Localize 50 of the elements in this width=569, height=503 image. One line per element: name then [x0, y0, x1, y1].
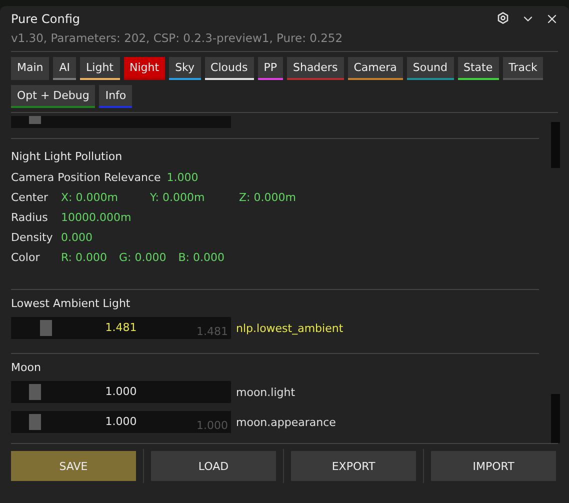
parameter-name: nlp.lowest_ambient: [236, 322, 344, 334]
tab[interactable]: Camera: [348, 57, 403, 80]
tab[interactable]: Sound: [406, 57, 454, 80]
field-label: Density: [11, 230, 54, 244]
field-value: X: 0.000m: [61, 190, 119, 204]
tab[interactable]: State: [458, 57, 499, 80]
slider-value: 1.481: [105, 321, 137, 334]
tab[interactable]: AI: [53, 57, 76, 80]
section-title: Lowest Ambient Light: [11, 296, 132, 312]
field-value: Y: 0.000m: [150, 190, 206, 204]
field-value: 10000.000m: [61, 210, 132, 224]
section-title: Night Light Pollution: [11, 149, 124, 165]
default-value: 1.481: [196, 325, 228, 338]
field-value: Z: 0.000m: [239, 190, 297, 204]
slider[interactable]: 1.000 1.000: [11, 411, 231, 433]
action-button[interactable]: SAVE: [11, 451, 136, 481]
tab[interactable]: Sky: [169, 57, 201, 80]
settings-icon[interactable]: [497, 12, 509, 24]
window-title: Pure Config: [11, 12, 81, 26]
slider-value: 1.000: [105, 415, 137, 428]
parameter-name: moon.appearance: [236, 416, 336, 428]
field-value: R: 0.000: [61, 250, 107, 264]
tab[interactable]: Track: [502, 57, 544, 80]
slider[interactable]: 1.481 1.481: [11, 317, 231, 339]
tab[interactable]: Main: [11, 57, 50, 80]
action-button[interactable]: EXPORT: [291, 451, 416, 481]
action-button[interactable]: LOAD: [151, 451, 276, 481]
action-button[interactable]: IMPORT: [431, 451, 556, 481]
field-value: 0.000: [61, 230, 92, 244]
field-label: Camera Position Relevance: [11, 170, 161, 184]
tab[interactable]: Light: [80, 57, 120, 80]
field-label: Color: [11, 250, 41, 264]
tab[interactable]: Opt + Debug: [11, 85, 96, 108]
field-value: B: 0.000: [178, 250, 224, 264]
tab[interactable]: Info: [99, 85, 132, 108]
version-info: v1.30, Parameters: 202, CSP: 0.2.3-preview1, Pure: 0.252: [11, 31, 344, 47]
field-label: Radius: [11, 210, 49, 224]
tab[interactable]: Shaders: [286, 57, 344, 80]
parameter-name: moon.light: [236, 386, 296, 398]
section-title: Moon: [11, 360, 42, 376]
slider[interactable]: [11, 116, 231, 128]
tab[interactable]: Night: [124, 57, 166, 80]
slider-value: 1.000: [105, 385, 137, 398]
slider[interactable]: 1.000: [11, 381, 231, 403]
tab[interactable]: Clouds: [204, 57, 254, 80]
field-value: G: 0.000: [119, 250, 166, 264]
field-value: 1.000: [166, 170, 198, 184]
tab[interactable]: PP: [258, 57, 283, 80]
default-value: 1.000: [196, 419, 228, 432]
field-label: Center: [11, 190, 50, 204]
